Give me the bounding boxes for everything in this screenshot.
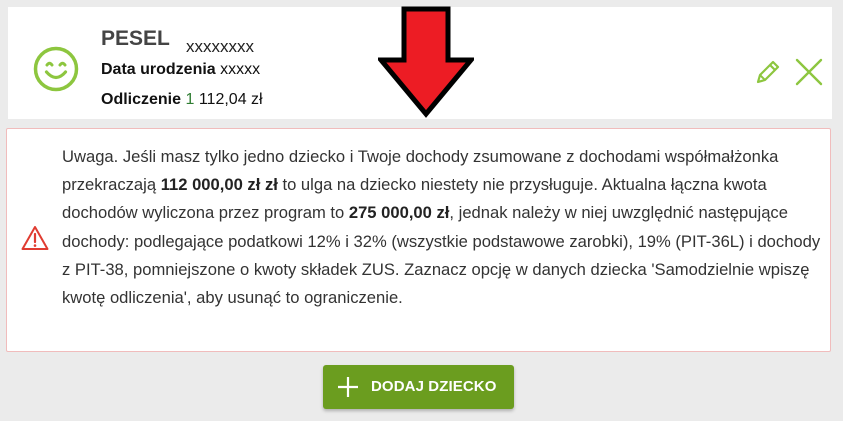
birth-date-value: xxxxx (220, 61, 261, 78)
current-income-amount: 275 000,00 zł (348, 203, 450, 223)
pesel-value: xxxxxxxx (186, 37, 254, 56)
deduction-row: Odliczenie 1 112,04 zł (101, 91, 263, 109)
warning-box: Uwaga. Jeśli masz tylko jedno dziecko i … (6, 128, 831, 352)
birth-date-label: Data urodzenia (101, 61, 216, 78)
birth-date-row: Data urodzenia xxxxx (101, 61, 260, 79)
pencil-icon[interactable] (753, 57, 783, 87)
income-limit-amount: 112 000,00 zł zł (160, 175, 278, 195)
warning-text: Uwaga. Jeśli masz tylko jedno dziecko i … (62, 143, 822, 312)
add-child-label: DODAJ DZIECKO (371, 378, 497, 395)
plus-icon (338, 377, 358, 397)
add-child-button[interactable]: DODAJ DZIECKO (323, 365, 514, 409)
deduction-value-prefix: 1 (185, 91, 195, 108)
warning-triangle-icon (21, 226, 49, 250)
smiley-face-icon (33, 46, 79, 92)
deduction-value: 112,04 zł (198, 91, 263, 108)
page: PESEL xxxxxxxx Data urodzenia xxxxx Odli… (0, 0, 843, 421)
close-icon[interactable] (794, 57, 824, 87)
red-down-arrow (378, 6, 474, 118)
pesel-label: PESEL (101, 27, 170, 50)
deduction-label: Odliczenie (101, 91, 182, 108)
